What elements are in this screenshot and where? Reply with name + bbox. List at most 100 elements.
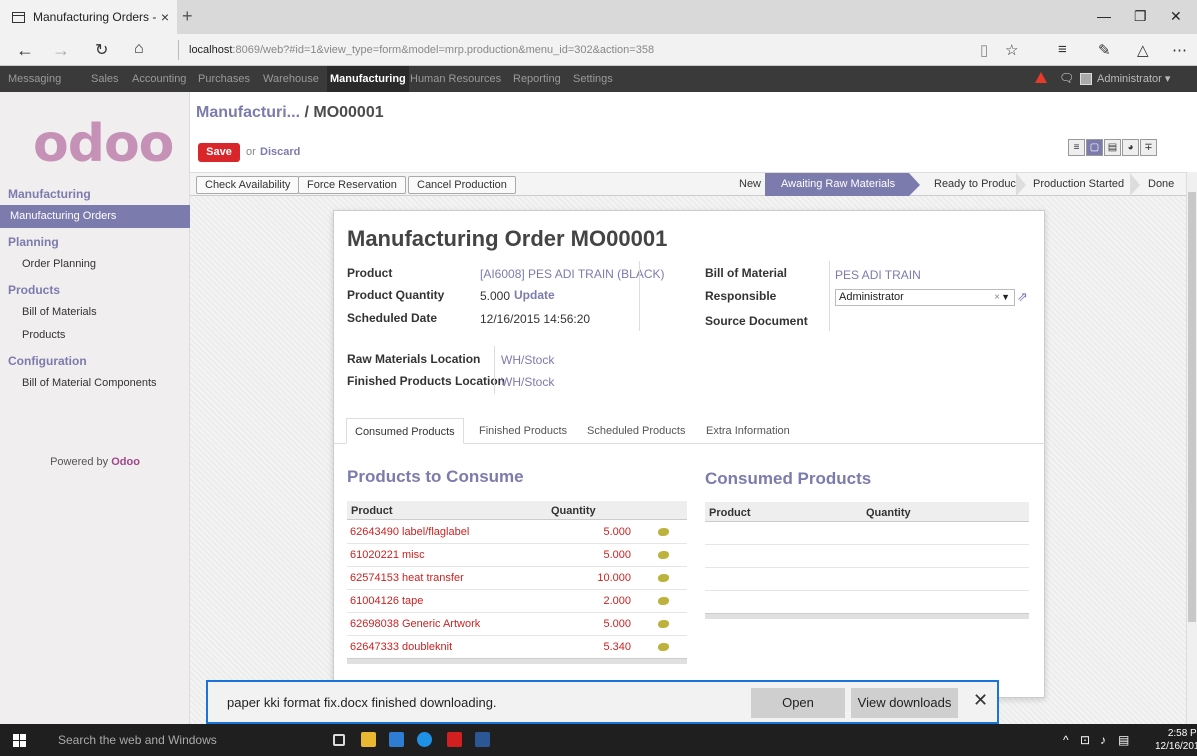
browser-tab[interactable]: Manufacturing Orders - ×	[0, 0, 177, 34]
new-tab-button[interactable]: +	[182, 6, 193, 27]
menu-warehouse[interactable]: Warehouse	[263, 66, 319, 92]
row-product[interactable]: 62643490 label/flaglabel	[350, 526, 469, 538]
taskbar-search[interactable]: Search the web and Windows	[58, 733, 217, 747]
tab-extra-information[interactable]: Extra Information	[706, 418, 790, 444]
list-view-icon[interactable]: ≡	[1068, 139, 1085, 156]
network-icon[interactable]: ⊡	[1080, 733, 1090, 747]
produce-gear-icon[interactable]	[658, 551, 669, 559]
menu-manufacturing[interactable]: Manufacturing	[327, 66, 409, 92]
column-header-quantity[interactable]: Quantity	[866, 507, 911, 519]
odoo-logo[interactable]: odoo	[33, 114, 174, 174]
column-header-product[interactable]: Product	[709, 507, 751, 519]
word-icon[interactable]	[475, 732, 490, 747]
stage-awaiting-raw-materials[interactable]: Awaiting Raw Materials	[765, 173, 920, 196]
tab-finished-products[interactable]: Finished Products	[479, 418, 567, 444]
menu-sales[interactable]: Sales	[91, 66, 119, 92]
external-link-icon[interactable]: ⇗	[1017, 289, 1028, 305]
row-product[interactable]: 62647333 doubleknit	[350, 641, 452, 653]
windows-start-icon[interactable]	[13, 734, 27, 747]
bill-of-material-field[interactable]: PES ADI TRAIN	[835, 268, 921, 282]
sidebar-item-bill-of-materials[interactable]: Bill of Materials	[0, 301, 190, 324]
acrobat-icon[interactable]	[447, 732, 462, 747]
force-reservation-button[interactable]: Force Reservation	[298, 176, 406, 194]
menu-reporting[interactable]: Reporting	[513, 66, 561, 92]
cancel-production-button[interactable]: Cancel Production	[408, 176, 516, 194]
file-explorer-icon[interactable]	[361, 732, 376, 747]
scheduled-date-field[interactable]: 12/16/2015 14:56:20	[480, 312, 590, 326]
gantt-view-icon[interactable]: ∓	[1140, 139, 1157, 156]
close-tab-icon[interactable]: ×	[161, 9, 169, 25]
forward-icon[interactable]: →	[52, 40, 70, 61]
web-note-icon[interactable]: ✎	[1098, 41, 1111, 59]
restore-icon[interactable]: ❐	[1134, 8, 1147, 25]
powered-brand-link[interactable]: Odoo	[111, 456, 140, 468]
produce-gear-icon[interactable]	[658, 574, 669, 582]
stage-ready-to-produce[interactable]: Ready to Produce	[934, 173, 1022, 196]
responsible-field[interactable]: Administrator × ▼	[835, 289, 1015, 306]
tab-consumed-products[interactable]: Consumed Products	[346, 418, 464, 444]
taskbar-clock[interactable]: 2:58 PM 12/16/2015	[1155, 727, 1197, 753]
edge-icon[interactable]	[417, 732, 432, 747]
hub-icon[interactable]: ≡	[1058, 41, 1067, 58]
volume-icon[interactable]: ♪	[1100, 733, 1106, 747]
stage-done[interactable]: Done	[1148, 173, 1174, 196]
calendar-view-icon[interactable]: ▤	[1104, 139, 1121, 156]
user-menu[interactable]: Administrator ▾	[1097, 66, 1170, 92]
task-view-icon[interactable]	[333, 734, 345, 746]
column-header-quantity[interactable]: Quantity	[551, 505, 596, 517]
check-availability-button[interactable]: Check Availability	[196, 176, 300, 194]
chat-icon[interactable]: 🗨	[1059, 71, 1074, 85]
raw-materials-location-field[interactable]: WH/Stock	[501, 353, 554, 367]
update-quantity-button[interactable]: Update	[514, 288, 555, 302]
home-icon[interactable]: ⌂	[134, 40, 144, 58]
reading-view-icon[interactable]: ▯	[980, 41, 988, 59]
favorite-star-icon[interactable]: ☆	[1005, 41, 1018, 59]
stage-new[interactable]: New	[739, 173, 761, 196]
produce-gear-icon[interactable]	[658, 597, 669, 605]
produce-gear-icon[interactable]	[658, 528, 669, 536]
row-product[interactable]: 62698038 Generic Artwork	[350, 618, 480, 630]
table-row[interactable]: 62698038 Generic Artwork 5.000	[347, 613, 687, 636]
breadcrumb-parent[interactable]: Manufacturi...	[196, 104, 300, 121]
sidebar-item-products[interactable]: Products	[0, 324, 190, 347]
row-product[interactable]: 62574153 heat transfer	[350, 572, 464, 584]
scrollbar[interactable]	[1186, 172, 1197, 724]
clear-icon[interactable]: ×	[994, 290, 1000, 305]
scrollbar-thumb[interactable]	[1188, 192, 1196, 622]
row-product[interactable]: 61020221 misc	[350, 549, 425, 561]
menu-purchases[interactable]: Purchases	[198, 66, 250, 92]
sidebar-item-order-planning[interactable]: Order Planning	[0, 253, 190, 276]
store-icon[interactable]	[389, 732, 404, 747]
chevron-down-icon[interactable]: ▼	[1001, 290, 1010, 305]
stage-production-started[interactable]: Production Started	[1033, 173, 1124, 196]
chevron-up-icon[interactable]: ^	[1063, 733, 1069, 747]
menu-messaging[interactable]: Messaging	[8, 66, 61, 92]
more-icon[interactable]: ⋯	[1172, 41, 1187, 59]
close-window-icon[interactable]: ✕	[1170, 8, 1182, 25]
avatar[interactable]	[1080, 73, 1092, 85]
close-icon[interactable]: ✕	[973, 690, 988, 711]
refresh-icon[interactable]: ↻	[95, 40, 108, 60]
form-view-icon[interactable]: ▢	[1086, 139, 1103, 156]
share-icon[interactable]: △	[1137, 41, 1149, 59]
product-field[interactable]: [AI6008] PES ADI TRAIN (BLACK)	[480, 267, 665, 281]
alert-icon[interactable]	[1035, 72, 1047, 83]
back-icon[interactable]: ←	[16, 40, 34, 61]
menu-accounting[interactable]: Accounting	[132, 66, 186, 92]
tab-scheduled-products[interactable]: Scheduled Products	[587, 418, 685, 444]
graph-view-icon[interactable]: ◕	[1122, 139, 1139, 156]
minimize-icon[interactable]: —	[1097, 8, 1111, 24]
row-product[interactable]: 61004126 tape	[350, 595, 423, 607]
table-row[interactable]: 62643490 label/flaglabel 5.000	[347, 521, 687, 544]
column-header-product[interactable]: Product	[351, 505, 393, 517]
table-row[interactable]: 62647333 doubleknit 5.340	[347, 636, 687, 659]
save-button[interactable]: Save	[198, 143, 240, 162]
discard-button[interactable]: Discard	[260, 146, 300, 158]
menu-settings[interactable]: Settings	[573, 66, 613, 92]
finished-products-location-field[interactable]: WH/Stock	[501, 375, 554, 389]
url-field[interactable]: localhost:8069/web?#id=1&view_type=form&…	[178, 40, 968, 60]
open-download-button[interactable]: Open	[751, 688, 845, 718]
produce-gear-icon[interactable]	[658, 620, 669, 628]
table-row[interactable]: 61020221 misc 5.000	[347, 544, 687, 567]
table-row[interactable]: 62574153 heat transfer 10.000	[347, 567, 687, 590]
